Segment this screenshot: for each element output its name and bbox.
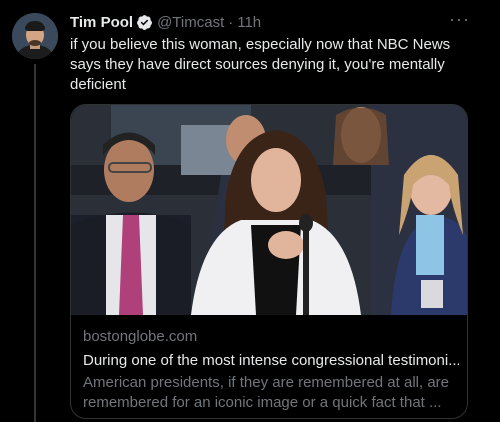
author-name[interactable]: Tim Pool (70, 14, 133, 31)
card-domain: bostonglobe.com (83, 328, 198, 345)
card-headline: During one of the most intense congressi… (83, 352, 459, 369)
tweet-text: if you believe this woman, especially no… (70, 36, 451, 93)
card-description: American presidents, if they are remembe… (83, 374, 449, 411)
tweet[interactable]: Tim Pool @Timcast · 11h ··· if you belie… (0, 0, 500, 422)
timestamp[interactable]: 11h (237, 14, 261, 31)
author-handle[interactable]: @Timcast (157, 14, 224, 31)
card-image (71, 105, 467, 315)
card-meta: bostonglobe.com During one of the most i… (83, 327, 459, 413)
tweet-header: Tim Pool @Timcast · 11h (70, 12, 261, 32)
separator: · (228, 13, 234, 31)
avatar[interactable] (12, 13, 58, 59)
more-options-icon[interactable]: ··· (449, 10, 470, 28)
link-card[interactable]: bostonglobe.com During one of the most i… (70, 104, 468, 419)
verified-badge-icon (136, 14, 153, 31)
thread-line (34, 64, 36, 422)
